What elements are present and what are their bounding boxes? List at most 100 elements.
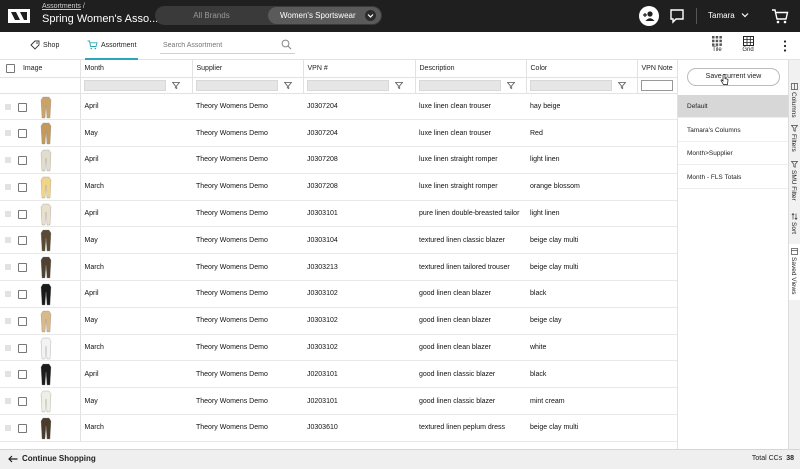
row-checkbox[interactable] [18, 182, 27, 192]
drag-handle-icon[interactable] [5, 318, 11, 324]
drag-handle-icon[interactable] [5, 237, 11, 244]
product-thumbnail[interactable] [35, 203, 57, 226]
column-header-image[interactable]: Image [0, 60, 81, 78]
product-thumbnail[interactable] [35, 149, 57, 172]
search-input[interactable] [160, 38, 275, 53]
column-header-month[interactable]: Month [80, 60, 193, 78]
brand-logo-icon[interactable] [8, 9, 30, 23]
grid-view-button[interactable]: Grid [736, 35, 760, 57]
side-tab-smu-filter[interactable]: SMU Filter [789, 158, 800, 208]
filter-input[interactable] [83, 79, 166, 91]
drag-handle-icon[interactable] [5, 425, 11, 431]
continue-shopping-button[interactable]: Continue Shopping [8, 454, 96, 463]
select-all-checkbox[interactable] [6, 63, 15, 73]
saved-view-item[interactable]: Default [678, 95, 789, 118]
saved-view-item[interactable]: Month>Supplier [678, 142, 789, 165]
save-current-view-button[interactable]: Save current view [687, 68, 780, 86]
tab-assortment[interactable]: Assortment [85, 32, 139, 60]
add-user-icon[interactable] [639, 6, 659, 26]
filter-icon[interactable] [617, 81, 626, 89]
product-thumbnail[interactable] [35, 229, 57, 252]
shopping-cart-icon[interactable] [770, 6, 790, 26]
search-icon[interactable] [281, 39, 292, 50]
row-checkbox[interactable] [18, 263, 27, 273]
table-row[interactable]: May Theory Womens Demo J0303104 textured li… [0, 226, 677, 255]
table-row[interactable]: March Theory Womens Demo J0303213 textured … [0, 253, 677, 282]
product-thumbnail[interactable] [35, 363, 57, 386]
saved-view-item[interactable]: Month - FLS Totals [678, 166, 789, 189]
side-tab-sort[interactable]: Sort [789, 210, 800, 242]
row-checkbox[interactable] [18, 209, 27, 219]
row-checkbox[interactable] [18, 236, 27, 246]
chevron-down-icon[interactable] [740, 10, 750, 20]
side-tab-saved-views[interactable]: Saved Views [789, 244, 800, 300]
page-title: Spring Women's Asso... [42, 13, 159, 25]
filter-input[interactable] [306, 79, 389, 91]
product-thumbnail[interactable] [35, 390, 57, 413]
filter-input[interactable] [640, 79, 673, 91]
drag-handle-icon[interactable] [5, 157, 11, 163]
drag-handle-icon[interactable] [5, 345, 11, 351]
filter-input[interactable] [529, 79, 612, 91]
table-row[interactable]: March Theory Womens Demo J0303610 textured … [0, 414, 677, 442]
table-row[interactable]: May Theory Womens Demo J0203101 good linen … [0, 387, 677, 416]
table-row[interactable]: May Theory Womens Demo J0307204 luxe linen … [0, 119, 677, 148]
tab-shop[interactable]: Shop [30, 32, 59, 60]
all-brands-option[interactable]: All Brands [155, 6, 268, 25]
filter-icon[interactable] [283, 81, 292, 89]
table-row[interactable]: April Theory Womens Demo J0303101 pure line… [0, 200, 677, 228]
brand-select[interactable]: Women's Sportswear [268, 7, 381, 24]
column-header-supplier[interactable]: Supplier [192, 60, 304, 78]
drag-handle-icon[interactable] [5, 103, 11, 110]
tile-view-button[interactable]: Tile [705, 35, 729, 57]
product-thumbnail[interactable] [35, 122, 57, 145]
drag-handle-icon[interactable] [5, 130, 11, 136]
row-checkbox[interactable] [18, 343, 27, 353]
row-checkbox[interactable] [18, 424, 27, 434]
product-thumbnail[interactable] [35, 417, 57, 440]
row-checkbox[interactable] [18, 370, 27, 380]
chat-icon[interactable] [667, 6, 687, 26]
filter-icon[interactable] [394, 81, 403, 89]
row-checkbox[interactable] [18, 129, 27, 139]
drag-handle-icon[interactable] [5, 291, 11, 297]
table-row[interactable]: March Theory Womens Demo J0307208 luxe line… [0, 173, 677, 201]
column-header-color[interactable]: Color [526, 60, 638, 78]
product-thumbnail[interactable] [35, 256, 57, 279]
breadcrumb-assortments-link[interactable]: Assortments [42, 3, 81, 10]
saved-view-item[interactable]: Tamara's Columns [678, 119, 789, 142]
drag-handle-icon[interactable] [5, 264, 11, 270]
table-row[interactable]: April Theory Womens Demo J0203101 good line… [0, 360, 677, 389]
row-checkbox[interactable] [18, 316, 27, 326]
filter-icon[interactable] [171, 81, 180, 89]
table-row[interactable]: April Theory Womens Demo J0307208 luxe line… [0, 146, 677, 174]
drag-handle-icon[interactable] [5, 211, 11, 217]
product-thumbnail[interactable] [35, 337, 57, 360]
more-options-icon[interactable] [780, 39, 790, 53]
row-checkbox[interactable] [18, 290, 27, 300]
row-checkbox[interactable] [18, 156, 27, 166]
row-checkbox[interactable] [18, 102, 27, 112]
product-thumbnail[interactable] [35, 96, 57, 119]
product-thumbnail[interactable] [35, 310, 57, 333]
row-checkbox[interactable] [18, 397, 27, 407]
table-row[interactable]: April Theory Womens Demo J0307204 luxe line… [0, 93, 677, 121]
column-header-description[interactable]: Description [415, 60, 527, 78]
side-tab-filters[interactable]: Filters [789, 122, 800, 156]
column-header-vpn-note[interactable]: VPN Note [637, 60, 677, 78]
filter-icon[interactable] [506, 81, 515, 89]
side-tab-columns[interactable]: Columns [789, 80, 800, 120]
user-menu[interactable]: Tamara [708, 11, 735, 20]
drag-handle-icon[interactable] [5, 184, 11, 190]
cell-month: May [80, 387, 192, 416]
filter-input[interactable] [195, 79, 278, 91]
table-row[interactable]: March Theory Womens Demo J0303102 good line… [0, 334, 677, 362]
table-row[interactable]: May Theory Womens Demo J0303102 good linen … [0, 307, 677, 335]
product-thumbnail[interactable] [35, 176, 57, 199]
drag-handle-icon[interactable] [5, 398, 11, 404]
column-header-vpn[interactable]: VPN # [303, 60, 416, 78]
product-thumbnail[interactable] [35, 283, 57, 306]
drag-handle-icon[interactable] [5, 371, 11, 378]
filter-input[interactable] [418, 79, 501, 91]
table-row[interactable]: April Theory Womens Demo J0303102 good line… [0, 280, 677, 308]
